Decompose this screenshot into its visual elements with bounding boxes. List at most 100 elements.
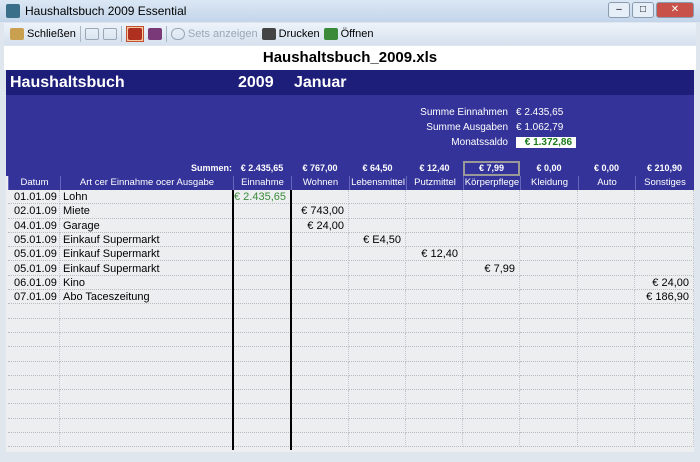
- table-cell[interactable]: [635, 247, 694, 262]
- table-cell[interactable]: [635, 218, 694, 233]
- table-cell[interactable]: 02.01.09: [8, 204, 60, 219]
- table-cell[interactable]: [578, 261, 635, 276]
- table-cell[interactable]: [349, 261, 406, 276]
- table-cell[interactable]: [635, 232, 694, 248]
- forward-button[interactable]: [102, 28, 117, 40]
- column-header[interactable]: Sonstiges: [635, 176, 694, 190]
- table-cell[interactable]: [233, 333, 291, 348]
- table-cell[interactable]: [349, 333, 406, 348]
- table-cell[interactable]: [233, 247, 291, 262]
- table-cell[interactable]: [291, 190, 349, 205]
- table-cell[interactable]: [8, 375, 60, 391]
- table-cell[interactable]: [578, 290, 635, 305]
- table-cell[interactable]: 07.01.09: [8, 290, 60, 305]
- table-cell[interactable]: [520, 375, 578, 391]
- table-cell[interactable]: [233, 347, 291, 362]
- table-cell[interactable]: [406, 375, 463, 391]
- table-cell[interactable]: [520, 433, 578, 448]
- table-cell[interactable]: € 743,00: [291, 204, 349, 219]
- table-cell[interactable]: [349, 247, 406, 262]
- table-cell[interactable]: [233, 404, 291, 419]
- table-cell[interactable]: [349, 290, 406, 305]
- table-cell[interactable]: [578, 361, 635, 376]
- table-cell[interactable]: [349, 433, 406, 448]
- table-cell[interactable]: [406, 304, 463, 319]
- table-cell[interactable]: [463, 190, 520, 205]
- table-cell[interactable]: [406, 218, 463, 233]
- table-cell[interactable]: [349, 204, 406, 219]
- open-button[interactable]: Öffnen: [323, 28, 373, 40]
- column-header[interactable]: Einnahme: [233, 176, 291, 190]
- table-cell[interactable]: [578, 347, 635, 362]
- table-cell[interactable]: [8, 433, 60, 448]
- table-cell[interactable]: [578, 418, 635, 434]
- table-cell[interactable]: [520, 190, 578, 205]
- maximize-button[interactable]: □: [632, 2, 654, 18]
- table-cell[interactable]: [520, 232, 578, 248]
- table-cell[interactable]: [578, 333, 635, 348]
- table-cell[interactable]: [463, 232, 520, 248]
- table-cell[interactable]: € 186,90: [635, 290, 694, 305]
- table-cell[interactable]: [233, 318, 291, 333]
- table-cell[interactable]: [520, 247, 578, 262]
- table-cell[interactable]: Kino: [60, 275, 233, 291]
- column-header[interactable]: Wohnen: [291, 176, 349, 190]
- table-cell[interactable]: [635, 304, 694, 319]
- table-cell[interactable]: [520, 261, 578, 276]
- table-cell[interactable]: [233, 261, 291, 276]
- column-header[interactable]: Lebensmittel: [349, 176, 406, 190]
- table-cell[interactable]: [635, 190, 694, 205]
- view-button-active[interactable]: [125, 26, 144, 42]
- table-cell[interactable]: [60, 347, 233, 362]
- table-cell[interactable]: [578, 390, 635, 405]
- table-cell[interactable]: [463, 275, 520, 291]
- table-cell[interactable]: [520, 275, 578, 291]
- close-window-button[interactable]: ✕: [656, 2, 694, 18]
- table-cell[interactable]: [349, 375, 406, 391]
- table-cell[interactable]: [463, 218, 520, 233]
- column-header[interactable]: Auto: [578, 176, 635, 190]
- table-cell[interactable]: [520, 204, 578, 219]
- table-cell[interactable]: [578, 247, 635, 262]
- table-cell[interactable]: [635, 404, 694, 419]
- column-header[interactable]: Kleidung: [520, 176, 578, 190]
- table-cell[interactable]: [520, 404, 578, 419]
- table-cell[interactable]: 06.01.09: [8, 275, 60, 291]
- table-cell[interactable]: [463, 361, 520, 376]
- table-cell[interactable]: [291, 361, 349, 376]
- table-cell[interactable]: [463, 390, 520, 405]
- table-cell[interactable]: [463, 318, 520, 333]
- table-cell[interactable]: [233, 232, 291, 248]
- table-cell[interactable]: [578, 218, 635, 233]
- table-cell[interactable]: [233, 218, 291, 233]
- table-cell[interactable]: [233, 204, 291, 219]
- table-cell[interactable]: Abo Taceszeitung: [60, 290, 233, 305]
- table-cell[interactable]: [463, 247, 520, 262]
- table-cell[interactable]: [406, 333, 463, 348]
- table-cell[interactable]: [349, 304, 406, 319]
- table-cell[interactable]: [406, 318, 463, 333]
- table-cell[interactable]: [8, 361, 60, 376]
- close-button[interactable]: Schließen: [10, 28, 76, 40]
- table-cell[interactable]: [635, 204, 694, 219]
- table-cell[interactable]: [463, 418, 520, 434]
- table-cell[interactable]: [578, 232, 635, 248]
- table-cell[interactable]: [520, 218, 578, 233]
- table-cell[interactable]: [463, 304, 520, 319]
- table-cell[interactable]: 05.01.09: [8, 261, 60, 276]
- table-cell[interactable]: [406, 418, 463, 434]
- table-cell[interactable]: [520, 390, 578, 405]
- spreadsheet-grid[interactable]: Datum Art cer Einnahme ocer Ausgabe Einnah…: [6, 176, 694, 452]
- table-cell[interactable]: [578, 433, 635, 448]
- table-cell[interactable]: [60, 418, 233, 434]
- table-cell[interactable]: Miete: [60, 204, 233, 219]
- column-header[interactable]: Körperpflege: [463, 176, 520, 190]
- table-cell[interactable]: [463, 404, 520, 419]
- table-cell[interactable]: [406, 261, 463, 276]
- table-cell[interactable]: [520, 347, 578, 362]
- table-cell[interactable]: [635, 390, 694, 405]
- table-cell[interactable]: [578, 318, 635, 333]
- table-cell[interactable]: [60, 361, 233, 376]
- table-cell[interactable]: [8, 318, 60, 333]
- table-cell[interactable]: € 12,40: [406, 247, 463, 262]
